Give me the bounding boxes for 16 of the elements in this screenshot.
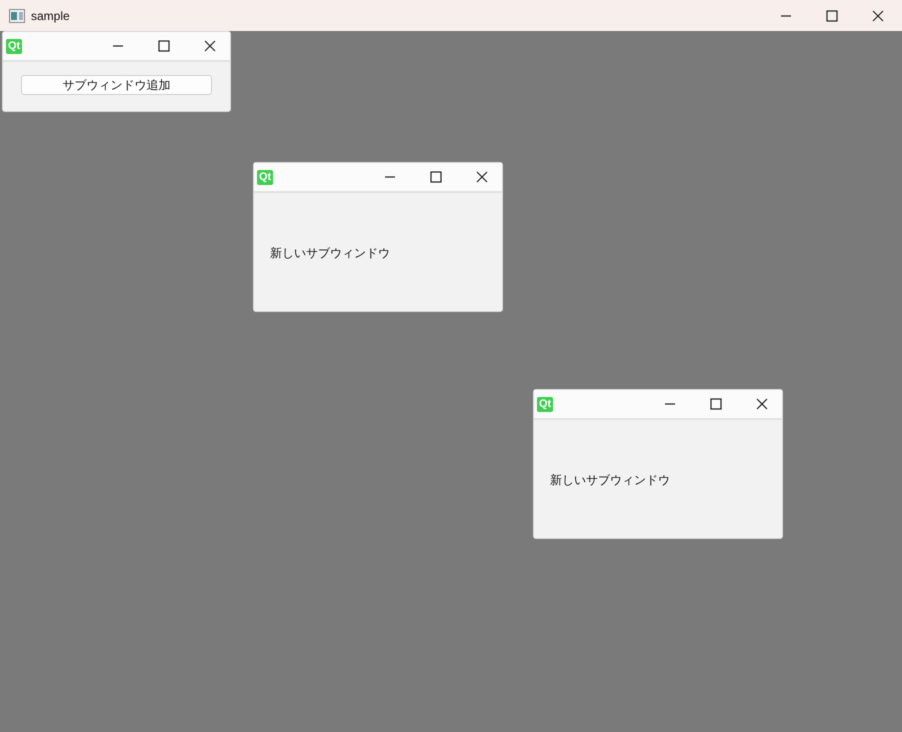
logo-icon: Qt	[537, 396, 554, 412]
label-text: 新しいサブウィンドウ	[550, 473, 670, 487]
app-icon	[9, 8, 25, 22]
window-title: sample	[31, 8, 70, 24]
close-icon[interactable]	[476, 171, 488, 183]
maximize-icon[interactable]	[430, 171, 442, 183]
label-text: 新しいサブウィンドウ	[270, 246, 390, 260]
add-subwindow-button[interactable]: サブウィンドウ追加	[21, 75, 212, 95]
logo-icon: Qt	[6, 38, 22, 54]
logo-icon: Qt	[257, 170, 274, 184]
close-icon[interactable]	[872, 10, 884, 22]
maximize-icon[interactable]	[710, 398, 722, 410]
maximize-icon[interactable]	[826, 10, 838, 22]
close-icon[interactable]	[204, 40, 216, 52]
close-icon[interactable]	[756, 398, 768, 410]
maximize-icon[interactable]	[158, 40, 170, 52]
